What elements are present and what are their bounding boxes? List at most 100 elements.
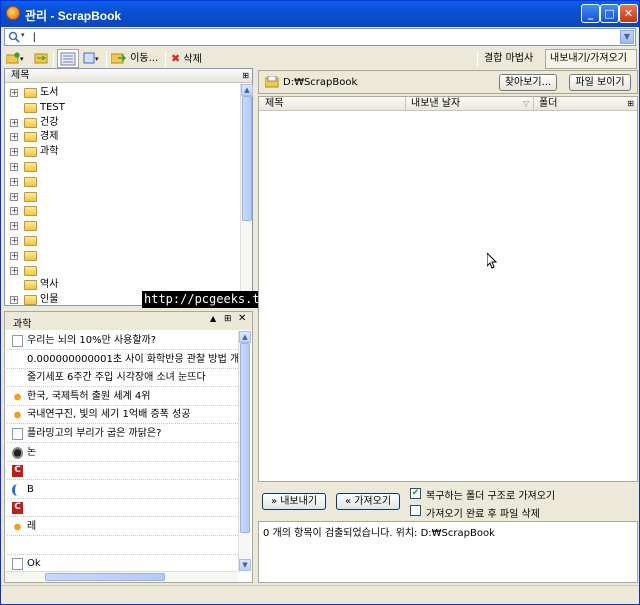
delete-button[interactable]: ✖ 삭제 xyxy=(171,50,202,68)
list-item[interactable]: 레 xyxy=(7,518,240,536)
minimize-button[interactable]: _ xyxy=(581,4,600,23)
list-item[interactable]: C xyxy=(7,462,240,481)
list-item[interactable]: 국내연구진, 빛의 세기 1억배 증폭 성공 xyxy=(7,406,240,425)
export-import-label: 내보내기/가져오기 xyxy=(550,53,627,64)
list-item[interactable]: B xyxy=(7,481,240,499)
folder-tree-button[interactable] xyxy=(34,50,48,68)
maximize-button[interactable]: □ xyxy=(600,4,619,23)
expand-plus-icon[interactable]: + xyxy=(10,118,18,127)
toolbar-separator xyxy=(106,51,107,67)
view-options-button[interactable]: ▾ xyxy=(83,50,99,68)
expand-plus-icon[interactable]: + xyxy=(10,89,18,97)
tree-folder-item[interactable]: + xyxy=(5,159,241,174)
export-controls: » 내보내기 « 가져오기 ✔ 복구하는 폴더 구조로 가져오기 가져오기 완료… xyxy=(258,483,638,521)
tree-folder-item[interactable]: + xyxy=(5,203,241,218)
doc-icon xyxy=(12,428,23,440)
expand-plus-icon[interactable]: + xyxy=(10,148,18,157)
list-item[interactable] xyxy=(7,537,240,555)
search-box[interactable]: ▾ ▼ xyxy=(4,28,636,46)
folder-icon xyxy=(24,206,37,217)
tree-folder-item[interactable]: + xyxy=(5,174,241,189)
tree-folder-label: TEST xyxy=(40,101,65,113)
search-icon[interactable] xyxy=(8,31,20,43)
tree-folder-item[interactable]: + xyxy=(5,248,241,263)
column-export-date[interactable]: 내보낸 날자 xyxy=(411,97,460,110)
scroll-thumb[interactable] xyxy=(242,96,252,221)
folder-icon xyxy=(24,221,37,232)
collapse-up-icon[interactable]: ▲ xyxy=(210,314,216,323)
expand-plus-icon[interactable]: + xyxy=(10,266,18,275)
expand-plus-icon[interactable]: + xyxy=(10,207,18,216)
expand-plus-icon[interactable]: + xyxy=(10,251,18,260)
list-item[interactable]: 우리는 뇌의 10%만 사용할까? xyxy=(7,332,240,350)
expand-plus-icon[interactable]: + xyxy=(10,237,18,245)
tree-folder-item[interactable]: + xyxy=(5,263,241,278)
subpane-scrollbar[interactable]: ▲ ▼ xyxy=(238,331,251,571)
list-item[interactable]: 0.000000000001초 사이 화학반응 관찰 방법 개발 xyxy=(7,351,240,369)
move-label: 이동... xyxy=(130,53,159,64)
combine-wizard-button[interactable]: 결합 마법사 xyxy=(484,50,533,68)
list-item-label: 한국, 국제특허 출원 세계 4위 xyxy=(27,390,151,402)
list-item[interactable]: 줄기세포 6주간 주입 시각장애 소녀 눈뜨다 xyxy=(7,369,240,388)
export-import-tab[interactable]: 내보내기/가져오기 xyxy=(545,49,637,69)
close-pane-icon[interactable]: ✕ xyxy=(238,313,246,324)
tree-folder-item[interactable]: TEST xyxy=(5,100,241,115)
disc-icon xyxy=(12,446,23,459)
expand-plus-icon[interactable]: + xyxy=(10,192,18,201)
list-item[interactable]: 플라밍고의 부리가 굽은 까닭은? xyxy=(7,425,240,443)
import-button[interactable]: « 가져오기 xyxy=(336,493,400,510)
delete-after-import-checkbox[interactable] xyxy=(410,505,421,516)
scroll-thumb[interactable] xyxy=(240,343,250,533)
new-folder-button[interactable]: ▾ xyxy=(6,50,24,68)
show-files-button[interactable]: 파일 보이기 xyxy=(569,74,631,91)
scroll-up-arrow-icon[interactable]: ▲ xyxy=(239,331,251,343)
expand-plus-icon[interactable]: + xyxy=(10,177,18,186)
tree-column-header[interactable]: 제목 ⊞ xyxy=(5,69,252,83)
tree-folder-item[interactable]: + 도서 xyxy=(5,85,241,100)
scroll-down-arrow-icon[interactable]: ▼ xyxy=(239,559,251,571)
column-folder[interactable]: 폴더 xyxy=(539,97,557,110)
subpane-header: 과학 ▲ ⊞ ✕ xyxy=(5,312,252,330)
tree-folder-item[interactable]: + 과학 xyxy=(5,144,241,159)
search-dropdown-arrow-icon[interactable]: ▾ xyxy=(21,31,25,39)
toolbar: ▾ ▾ 이동... ✖ 삭제 결합 마법사 내보내기/가져오기 xyxy=(1,48,639,70)
tree-scrollbar[interactable]: ▲ ▼ xyxy=(240,84,253,305)
c-icon: C xyxy=(12,465,23,478)
doc-icon xyxy=(12,335,23,347)
hscroll-thumb[interactable] xyxy=(45,573,165,581)
expand-plus-icon[interactable]: + xyxy=(10,296,18,305)
column-picker-icon[interactable]: ⊞ xyxy=(627,97,634,110)
column-picker-icon[interactable]: ⊞ xyxy=(242,69,249,82)
export-button[interactable]: » 내보내기 xyxy=(262,493,326,510)
search-history-dropdown[interactable]: ▼ xyxy=(620,30,634,44)
list-item[interactable]: 논 xyxy=(7,444,240,462)
expand-plus-icon[interactable]: + xyxy=(10,222,18,231)
subpane-hscrollbar[interactable] xyxy=(5,571,238,582)
bird-icon xyxy=(12,521,23,533)
expand-plus-icon[interactable]: + xyxy=(10,163,18,171)
scroll-up-arrow-icon[interactable]: ▲ xyxy=(241,84,253,96)
move-button[interactable]: 이동... xyxy=(111,50,158,68)
list-item[interactable]: 한국, 국제특허 출원 세계 4위 xyxy=(7,388,240,406)
detach-pane-icon[interactable]: ⊞ xyxy=(224,314,232,324)
tree-folder-item[interactable]: + xyxy=(5,189,241,204)
tree-folder-item[interactable]: + xyxy=(5,233,241,248)
search-input[interactable] xyxy=(33,30,613,44)
log-text: 0 개의 항목이 검출되었습니다. 위치: D:₩ScrapBook xyxy=(263,528,495,539)
export-path-text: D:₩ScrapBook xyxy=(283,77,358,88)
folder-sync-icon xyxy=(34,53,48,64)
tree-folder-item[interactable]: + 건강 xyxy=(5,115,241,130)
restore-folder-checkbox[interactable]: ✔ xyxy=(410,488,421,499)
browse-button[interactable]: 찾아보기... xyxy=(499,74,557,91)
expand-plus-icon[interactable]: + xyxy=(10,133,18,142)
export-file-list[interactable]: 제목 내보낸 날자 ▽ 폴더 ⊞ xyxy=(258,96,638,482)
close-button[interactable]: ✕ xyxy=(619,4,638,23)
tree-folder-item[interactable]: + 경제 xyxy=(5,129,241,144)
list-view-button[interactable] xyxy=(57,49,79,68)
column-title[interactable]: 제목 xyxy=(265,97,283,110)
folder-icon xyxy=(24,102,37,113)
list-item[interactable]: C xyxy=(7,499,240,518)
title-bar[interactable]: 관리 - ScrapBook _ □ ✕ xyxy=(1,1,639,27)
tree-folder-item[interactable]: + xyxy=(5,218,241,233)
log-area[interactable]: 0 개의 항목이 검출되었습니다. 위치: D:₩ScrapBook xyxy=(258,521,638,583)
